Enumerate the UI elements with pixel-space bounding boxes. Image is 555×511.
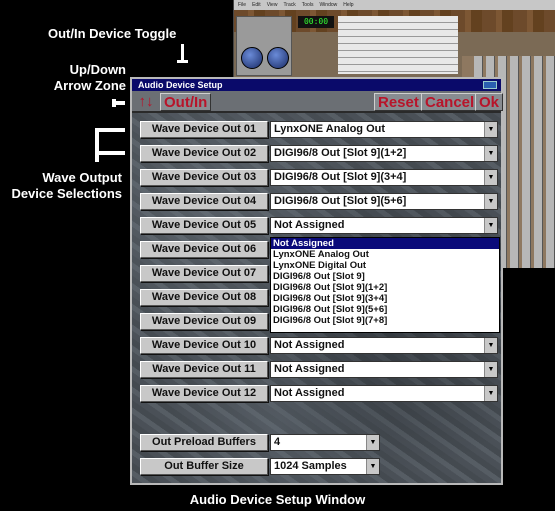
- dropdown-option[interactable]: Not Assigned: [271, 238, 499, 249]
- wave-device-out-button[interactable]: Wave Device Out 02: [140, 145, 268, 162]
- annotation-arrow-toggle-head: [177, 60, 188, 63]
- wave-device-out-value: DIGI96/8 Out [Slot 9](1+2]: [274, 147, 407, 159]
- background-left-panel: [236, 16, 292, 76]
- chevron-down-icon[interactable]: ▼: [484, 122, 497, 137]
- annotation-out-in-toggle: Out/In Device Toggle: [48, 26, 177, 41]
- chevron-down-icon[interactable]: ▼: [484, 338, 497, 353]
- wave-device-out-value: Not Assigned: [274, 219, 345, 231]
- wave-device-out-select[interactable]: LynxONE Analog Out ▼: [270, 121, 498, 138]
- chevron-down-icon[interactable]: ▼: [366, 459, 379, 474]
- wave-device-out-button[interactable]: Wave Device Out 07: [140, 265, 268, 282]
- wave-device-out-button[interactable]: Wave Device Out 10: [140, 337, 268, 354]
- chevron-down-icon[interactable]: ▼: [484, 194, 497, 209]
- wave-device-out-value: DIGI96/8 Out [Slot 9](5+6]: [274, 195, 407, 207]
- wave-device-out-button[interactable]: Wave Device Out 03: [140, 169, 268, 186]
- wave-device-out-value: Not Assigned: [274, 339, 345, 351]
- annotation-arrow-zone-pointer: [112, 101, 125, 105]
- background-knob-icon: [267, 47, 289, 69]
- wave-device-out-value: Not Assigned: [274, 363, 345, 375]
- dropdown-option[interactable]: LynxONE Analog Out: [271, 249, 499, 260]
- ok-button[interactable]: Ok: [475, 93, 504, 111]
- dialog-title: Audio Device Setup: [138, 80, 223, 90]
- chevron-down-icon[interactable]: ▼: [484, 170, 497, 185]
- dropdown-option[interactable]: DIGI96/8 Out [Slot 9](3+4]: [271, 293, 499, 304]
- wave-device-out-value: LynxONE Analog Out: [274, 123, 386, 135]
- annotation-wave-output-line2: Device Selections: [11, 186, 122, 201]
- background-knob-icon: [241, 47, 263, 69]
- wave-device-out-button[interactable]: Wave Device Out 04: [140, 193, 268, 210]
- minimize-button[interactable]: [483, 81, 497, 89]
- up-down-arrow-icon[interactable]: ↑↓: [136, 93, 156, 111]
- wave-device-out-button[interactable]: Wave Device Out 12: [140, 385, 268, 402]
- wave-device-out-select[interactable]: Not Assigned ▼: [270, 337, 498, 354]
- dialog-title-bar[interactable]: Audio Device Setup: [132, 79, 501, 91]
- chevron-down-icon[interactable]: ▼: [484, 218, 497, 233]
- annotation-arrow-zone-line1: Up/Down: [69, 62, 126, 77]
- out-preload-buffers-select[interactable]: 4 ▼: [270, 434, 380, 451]
- wave-device-out-select[interactable]: Not Assigned ▼: [270, 361, 498, 378]
- wave-device-out-button[interactable]: Wave Device Out 05: [140, 217, 268, 234]
- wave-device-out-select[interactable]: DIGI96/8 Out [Slot 9](5+6] ▼: [270, 193, 498, 210]
- annotation-bracket-vertical: [95, 128, 99, 162]
- window-caption: Audio Device Setup Window: [189, 492, 366, 507]
- dropdown-option[interactable]: DIGI96/8 Out [Slot 9](7+8]: [271, 315, 499, 326]
- annotation-bracket-mid: [95, 151, 125, 155]
- chevron-down-icon[interactable]: ▼: [366, 435, 379, 450]
- chevron-down-icon[interactable]: ▼: [484, 146, 497, 161]
- annotation-arrow-zone-line2: Arrow Zone: [53, 78, 126, 93]
- dropdown-option[interactable]: DIGI96/8 Out [Slot 9]: [271, 271, 499, 282]
- reset-button[interactable]: Reset: [374, 93, 423, 111]
- out-buffer-size-button[interactable]: Out Buffer Size: [140, 458, 268, 475]
- dropdown-option[interactable]: LynxONE Digital Out: [271, 260, 499, 271]
- wave-device-out-select[interactable]: DIGI96/8 Out [Slot 9](1+2] ▼: [270, 145, 498, 162]
- background-track-list: [338, 16, 458, 74]
- dropdown-option[interactable]: DIGI96/8 Out [Slot 9](5+6]: [271, 304, 499, 315]
- device-dropdown-list[interactable]: Not Assigned LynxONE Analog Out LynxONE Di…: [270, 237, 500, 333]
- cancel-button[interactable]: Cancel: [421, 93, 479, 111]
- wave-device-out-button[interactable]: Wave Device Out 09: [140, 313, 268, 330]
- audio-device-setup-dialog: Audio Device Setup ↑↓ Out/In Reset Cance…: [130, 77, 504, 485]
- out-in-toggle-button[interactable]: Out/In: [160, 93, 212, 111]
- annotation-wave-output: Wave Output Device Selections: [0, 170, 122, 202]
- wave-device-out-button[interactable]: Wave Device Out 01: [140, 121, 268, 138]
- out-preload-buffers-value: 4: [274, 436, 281, 448]
- out-preload-buffers-button[interactable]: Out Preload Buffers: [140, 434, 268, 451]
- wave-device-out-value: DIGI96/8 Out [Slot 9](3+4]: [274, 171, 407, 183]
- background-menubar: File Edit View Track Tools Window Help: [234, 0, 555, 10]
- chevron-down-icon[interactable]: ▼: [484, 362, 497, 377]
- dropdown-option[interactable]: DIGI96/8 Out [Slot 9](1+2]: [271, 282, 499, 293]
- wave-device-out-button[interactable]: Wave Device Out 06: [140, 241, 268, 258]
- background-counter: 00:00: [298, 16, 334, 28]
- dialog-toolbar: ↑↓ Out/In Reset Cancel Ok: [132, 91, 504, 113]
- annotation-wave-output-line1: Wave Output: [42, 170, 122, 185]
- chevron-down-icon[interactable]: ▼: [484, 386, 497, 401]
- wave-device-out-button[interactable]: Wave Device Out 08: [140, 289, 268, 306]
- wave-device-out-button[interactable]: Wave Device Out 11: [140, 361, 268, 378]
- annotation-bracket-top: [95, 128, 125, 132]
- wave-device-out-select[interactable]: Not Assigned ▼: [270, 217, 498, 234]
- wave-device-out-select[interactable]: Not Assigned ▼: [270, 385, 498, 402]
- wave-device-out-select[interactable]: DIGI96/8 Out [Slot 9](3+4] ▼: [270, 169, 498, 186]
- annotation-arrow-zone: Up/Down Arrow Zone: [38, 62, 126, 94]
- wave-device-out-value: Not Assigned: [274, 387, 345, 399]
- out-buffer-size-value: 1024 Samples: [274, 460, 347, 472]
- out-buffer-size-select[interactable]: 1024 Samples ▼: [270, 458, 380, 475]
